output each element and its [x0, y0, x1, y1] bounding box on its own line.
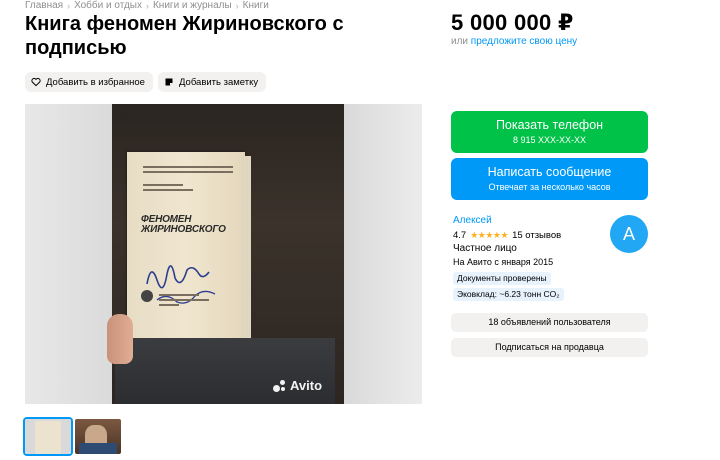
phone-number-masked: 8 915 XXX-XX-XX — [512, 135, 587, 145]
avatar[interactable]: А — [610, 215, 648, 253]
thumbnail-2[interactable] — [75, 419, 121, 454]
seller-listings-button[interactable]: 18 объявлений пользователя — [451, 313, 648, 332]
main-photo[interactable]: ФЕНОМЕН ЖИРИНОВСКОГО Avito — [25, 104, 422, 404]
seller-name-link[interactable]: Алексей — [453, 215, 492, 226]
book-text-line — [143, 171, 233, 173]
photo-blur-left — [25, 104, 115, 404]
avito-logo-icon — [273, 379, 287, 392]
seller-rating: 4.7 ★★★★★ 15 отзывов — [453, 230, 561, 241]
thumbnail-1[interactable] — [23, 417, 73, 456]
publisher-logo-icon — [141, 290, 153, 302]
seller-since: На Авито с января 2015 — [453, 257, 554, 267]
sleeve — [115, 338, 335, 404]
add-to-favorites-button[interactable]: Добавить в избранное — [25, 72, 153, 92]
breadcrumb-books[interactable]: Книги — [243, 0, 269, 11]
book-title-line-2: ЖИРИНОВСКОГО — [141, 224, 226, 235]
note-icon — [165, 78, 173, 86]
avito-watermark: Avito — [273, 378, 322, 393]
show-phone-button[interactable]: Показать телефон 8 915 XXX-XX-XX — [451, 111, 648, 153]
price: 5 000 000 ₽ — [451, 10, 574, 35]
show-phone-label: Показать телефон — [495, 118, 604, 132]
price-offer: или предложите свою цену — [451, 36, 577, 47]
book-text-line — [143, 189, 193, 191]
rating-stars-icon: ★★★★★ — [470, 230, 509, 240]
avito-watermark-text: Avito — [290, 378, 323, 393]
documents-verified-badge[interactable]: Документы проверены — [453, 272, 551, 285]
chevron-right-icon: › — [145, 0, 149, 11]
breadcrumb-hobby[interactable]: Хобби и отдых — [74, 0, 142, 11]
book-text-line — [159, 299, 209, 301]
rating-value: 4.7 — [453, 230, 467, 241]
chevron-right-icon: › — [67, 0, 71, 11]
book-text-line — [143, 166, 233, 168]
suggest-price-link[interactable]: предложите свою цену — [471, 36, 577, 47]
breadcrumb-home[interactable]: Главная — [25, 0, 63, 11]
breadcrumb-books-magazines[interactable]: Книги и журналы — [153, 0, 232, 11]
book-text-line — [159, 294, 199, 296]
subscribe-seller-button[interactable]: Подписаться на продавца — [451, 338, 648, 357]
add-note-button[interactable]: Добавить заметку — [158, 72, 267, 92]
response-time: Отвечает за несколько часов — [488, 182, 611, 192]
price-or-text: или — [451, 36, 469, 47]
heart-icon — [31, 77, 41, 87]
breadcrumb: Главная › Хобби и отдых › Книги и журнал… — [25, 0, 269, 11]
write-message-button[interactable]: Написать сообщение Отвечает за несколько… — [451, 158, 648, 200]
eco-contribution-badge[interactable]: Эковклад: ~6.23 тонн CO₂ — [453, 288, 564, 301]
page-title: Книга феномен Жириновского с подписью — [25, 13, 344, 59]
hand — [107, 314, 133, 364]
write-message-label: Написать сообщение — [487, 165, 612, 179]
signature-image — [146, 265, 216, 304]
book-edge — [241, 156, 251, 352]
add-to-favorites-label: Добавить в избранное — [46, 76, 145, 88]
photo-blur-right — [342, 104, 422, 404]
chevron-right-icon: › — [235, 0, 239, 11]
book-text-line — [143, 184, 183, 186]
seller-type: Частное лицо — [453, 243, 517, 254]
reviews-link[interactable]: 15 отзывов — [512, 230, 561, 241]
book-text-line — [159, 304, 179, 306]
add-note-label: Добавить заметку — [179, 76, 259, 88]
